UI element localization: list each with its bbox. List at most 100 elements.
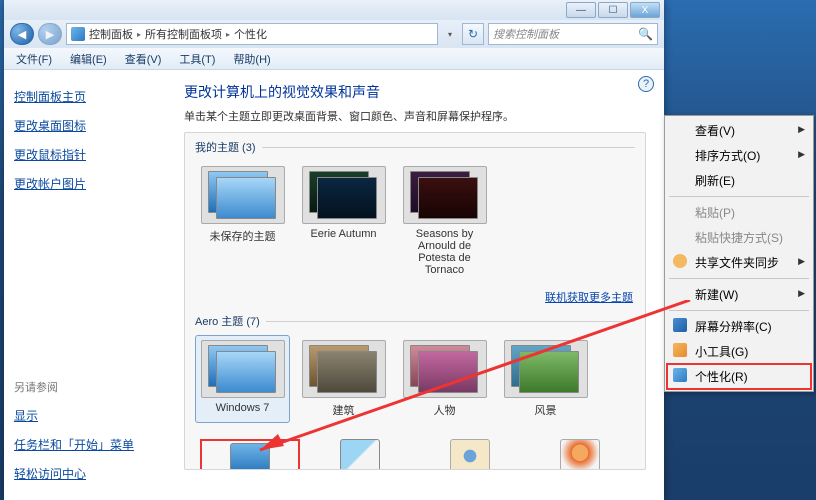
sidebar-seealso-header: 另请参阅 — [14, 375, 156, 401]
sidebar-link[interactable]: 显示 — [14, 401, 156, 430]
context-item[interactable]: 新建(W) ▶ — [667, 282, 811, 307]
group-aero-themes-header: Aero 主题 (7) — [185, 307, 645, 331]
context-item[interactable]: 小工具(G) — [667, 339, 811, 364]
context-item: 粘贴快捷方式(S) — [667, 225, 811, 250]
search-input[interactable]: 搜索控制面板 🔍 — [488, 23, 658, 45]
theme-people[interactable]: 人物 — [397, 335, 492, 423]
theme-label: 风景 — [501, 402, 590, 418]
minimize-button[interactable]: — — [566, 2, 596, 18]
sync-icon — [673, 254, 687, 268]
context-item-label: 查看(V) — [695, 124, 735, 138]
sound-icon — [450, 439, 490, 470]
desktop-context-menu: 查看(V) ▶ 排序方式(O) ▶ 刷新(E) 粘贴(P) 粘贴快捷方式(S) 共享文件夹同步… — [664, 115, 814, 392]
theme-label: Seasons by Arnould de Potesta de Tornaco — [400, 228, 489, 276]
refresh-button[interactable]: ↻ — [462, 23, 484, 45]
theme-thumbnail — [403, 340, 487, 398]
context-separator — [669, 310, 809, 311]
theme-arch[interactable]: 建筑 — [296, 335, 391, 423]
close-button[interactable]: X — [630, 2, 660, 18]
page-title: 更改计算机上的视觉效果和声音 — [184, 82, 646, 102]
nav-back-button[interactable]: ◀ — [10, 23, 34, 45]
menu-文件(F)[interactable]: 文件(F) — [8, 49, 60, 69]
sidebar-link[interactable]: 更改鼠标指针 — [14, 140, 156, 169]
search-placeholder: 搜索控制面板 — [493, 26, 559, 42]
context-item[interactable]: 排序方式(O) ▶ — [667, 143, 811, 168]
address-field[interactable]: 控制面板 ▸ 所有控制面板项 ▸ 个性化 — [66, 23, 438, 45]
theme-thumbnail — [302, 340, 386, 398]
context-item[interactable]: 屏幕分辨率(C) — [667, 314, 811, 339]
setting-bg[interactable]: 桌面背景Harmony — [200, 439, 300, 470]
theme-seasons[interactable]: Seasons by Arnould de Potesta de Tornaco — [397, 161, 492, 281]
breadcrumb-mid[interactable]: 所有控制面板项 — [145, 26, 222, 42]
sidebar-link[interactable]: 任务栏和「开始」菜单 — [14, 430, 156, 459]
breadcrumb-sep-icon: ▸ — [137, 30, 141, 39]
context-item-label: 新建(W) — [695, 288, 738, 302]
sidebar: 控制面板主页更改桌面图标更改鼠标指针更改帐户图片另请参阅显示任务栏和「开始」菜单… — [4, 70, 166, 500]
gadget-icon — [673, 343, 687, 357]
context-item-label: 粘贴(P) — [695, 206, 735, 220]
menubar: 文件(F)编辑(E)查看(V)工具(T)帮助(H) — [4, 48, 664, 70]
breadcrumb-root[interactable]: 控制面板 — [89, 26, 133, 42]
color-icon — [340, 439, 380, 470]
context-item-label: 小工具(G) — [695, 345, 748, 359]
group-my-themes-header: 我的主题 (3) — [185, 133, 645, 157]
theme-thumbnail — [403, 166, 487, 224]
context-item-label: 排序方式(O) — [695, 149, 760, 163]
sidebar-link[interactable]: 轻松访问中心 — [14, 459, 156, 488]
context-item-label: 共享文件夹同步 — [695, 256, 779, 270]
context-separator — [669, 278, 809, 279]
address-dropdown-button[interactable]: ▾ — [442, 30, 458, 39]
sidebar-link[interactable]: 控制面板主页 — [14, 82, 156, 111]
sidebar-link[interactable]: 更改桌面图标 — [14, 111, 156, 140]
address-bar: ◀ ▶ 控制面板 ▸ 所有控制面板项 ▸ 个性化 ▾ ↻ 搜索控制面板 🔍 — [4, 20, 664, 48]
theme-win7[interactable]: Windows 7 — [195, 335, 290, 423]
theme-label: Windows 7 — [198, 402, 287, 414]
menu-帮助(H)[interactable]: 帮助(H) — [225, 49, 278, 69]
res-icon — [673, 318, 687, 332]
menu-查看(V)[interactable]: 查看(V) — [117, 49, 170, 69]
context-item[interactable]: 查看(V) ▶ — [667, 118, 811, 143]
breadcrumb-leaf[interactable]: 个性化 — [234, 26, 267, 42]
pers-icon — [673, 368, 687, 382]
context-item-label: 刷新(E) — [695, 174, 735, 188]
saver-icon — [560, 439, 600, 470]
page-subtitle: 单击某个主题立即更改桌面背景、窗口颜色、声音和屏幕保护程序。 — [184, 108, 646, 124]
theme-label: 未保存的主题 — [198, 228, 287, 244]
control-panel-icon — [71, 27, 85, 41]
content-area: ? 更改计算机上的视觉效果和声音 单击某个主题立即更改桌面背景、窗口颜色、声音和… — [166, 70, 664, 500]
menu-编辑(E)[interactable]: 编辑(E) — [62, 49, 115, 69]
theme-label: 人物 — [400, 402, 489, 418]
theme-win7[interactable]: 未保存的主题 — [195, 161, 290, 281]
submenu-arrow-icon: ▶ — [798, 124, 805, 135]
submenu-arrow-icon: ▶ — [798, 288, 805, 299]
setting-color[interactable]: 窗口颜色天空 — [310, 439, 410, 470]
context-item: 粘贴(P) — [667, 200, 811, 225]
maximize-button[interactable]: ☐ — [598, 2, 628, 18]
themes-panel: 我的主题 (3) 未保存的主题 Eerie Autumn Seasons by Ar… — [184, 132, 646, 470]
search-icon[interactable]: 🔍 — [638, 27, 653, 41]
personalization-window: — ☐ X ◀ ▶ 控制面板 ▸ 所有控制面板项 ▸ 个性化 ▾ ↻ 搜索控制面… — [4, 0, 664, 500]
theme-label: Eerie Autumn — [299, 228, 388, 240]
context-item-label: 粘贴快捷方式(S) — [695, 231, 783, 245]
context-item-label: 个性化(R) — [695, 370, 748, 384]
setting-saver[interactable]: 屏幕保护程序无 — [530, 439, 630, 470]
help-button[interactable]: ? — [638, 76, 654, 92]
theme-land[interactable]: 风景 — [498, 335, 593, 423]
setting-sound[interactable]: 声音Windows 默认 — [420, 439, 520, 470]
context-separator — [669, 196, 809, 197]
context-item-label: 屏幕分辨率(C) — [695, 320, 772, 334]
context-item[interactable]: 刷新(E) — [667, 168, 811, 193]
context-item[interactable]: 共享文件夹同步 ▶ — [667, 250, 811, 275]
theme-eerie[interactable]: Eerie Autumn — [296, 161, 391, 281]
titlebar: — ☐ X — [4, 0, 664, 20]
context-item[interactable]: 个性化(R) — [667, 364, 811, 389]
get-more-themes-link[interactable]: 联机获取更多主题 — [185, 289, 645, 307]
theme-thumbnail — [201, 340, 285, 398]
bg-icon — [230, 443, 270, 470]
sidebar-link[interactable]: 更改帐户图片 — [14, 169, 156, 198]
submenu-arrow-icon: ▶ — [798, 149, 805, 160]
theme-thumbnail — [302, 166, 386, 224]
submenu-arrow-icon: ▶ — [798, 256, 805, 267]
breadcrumb-sep-icon: ▸ — [226, 30, 230, 39]
menu-工具(T)[interactable]: 工具(T) — [171, 49, 223, 69]
